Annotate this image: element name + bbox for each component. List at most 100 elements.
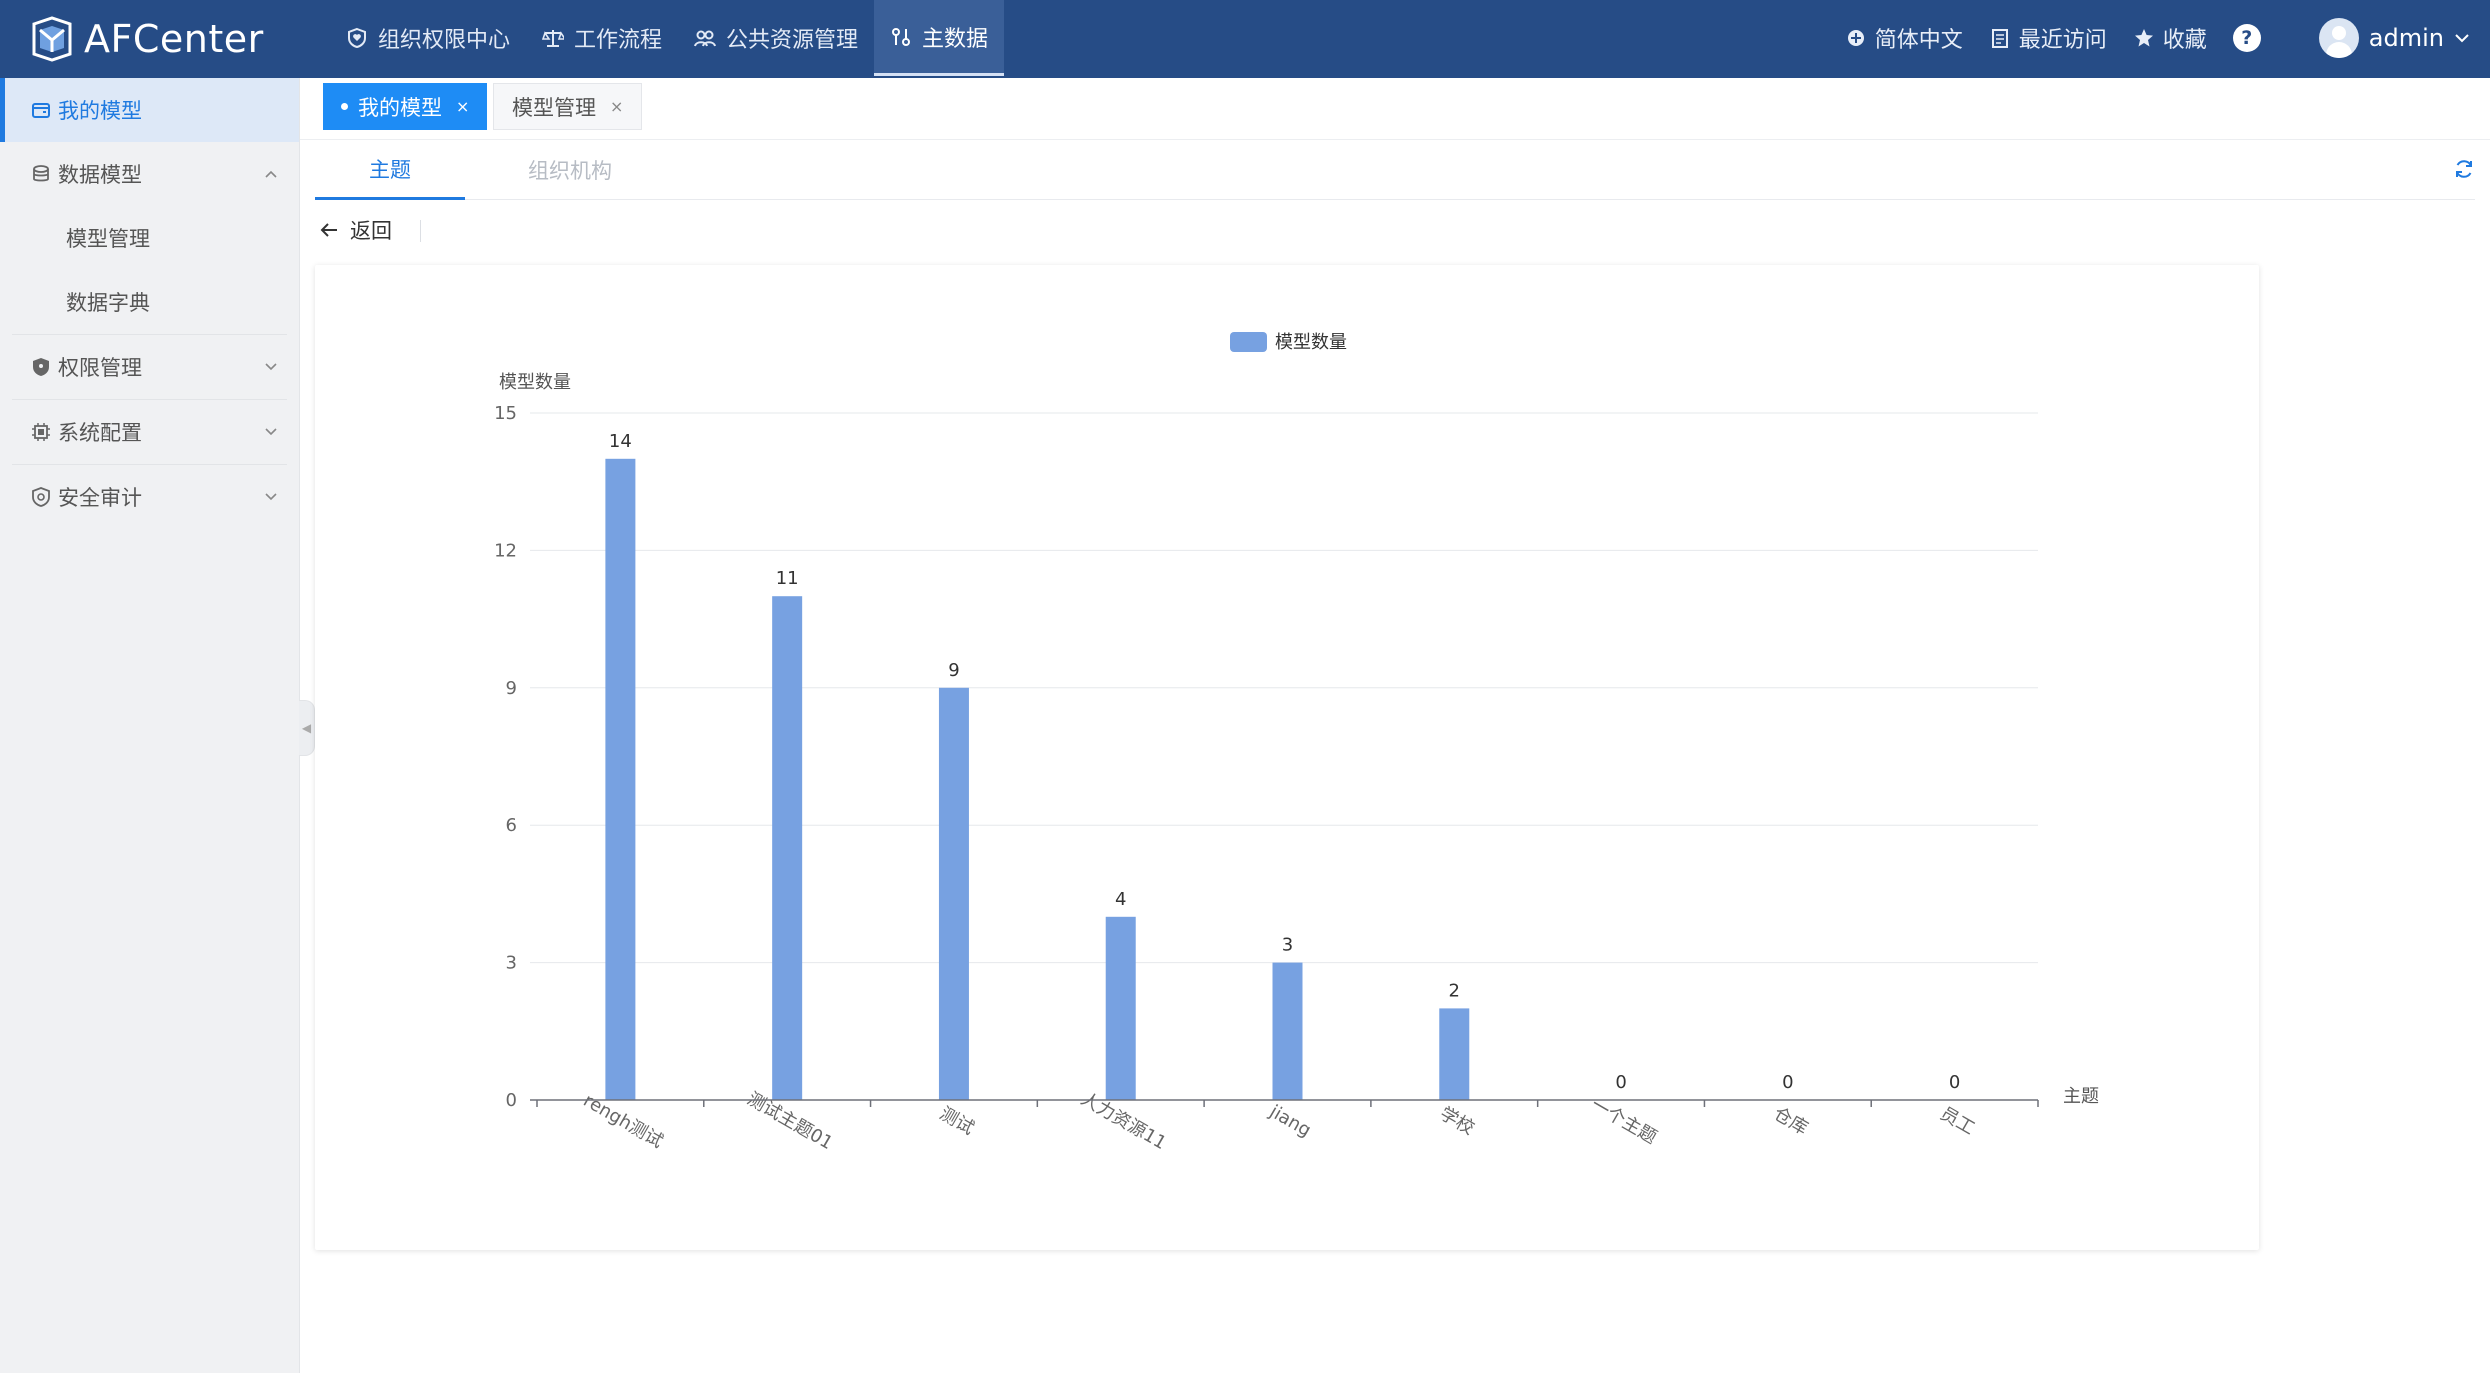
bar xyxy=(772,596,803,1100)
scale-icon xyxy=(542,30,565,47)
data-label: 3 xyxy=(1282,935,1293,956)
legend-swatch xyxy=(1230,332,1267,352)
language-label: 简体中文 xyxy=(1874,28,1963,53)
chevron-down-icon xyxy=(265,493,277,501)
nav-item-label: 工作流程 xyxy=(574,28,663,53)
favorites-label: 收藏 xyxy=(2162,28,2207,53)
sidebar-item-label: 系统配置 xyxy=(58,421,142,445)
sidebar-item-my-models[interactable]: 我的模型 xyxy=(0,78,299,142)
sidebar-item-label: 我的模型 xyxy=(58,99,142,123)
chevron-down-icon xyxy=(265,428,277,436)
data-label: 0 xyxy=(1615,1072,1626,1093)
help-icon[interactable]: ? xyxy=(2232,24,2261,52)
data-label: 4 xyxy=(1115,889,1126,910)
arrow-left-icon xyxy=(320,223,337,237)
data-label: 14 xyxy=(609,431,632,452)
user-menu[interactable]: admin xyxy=(2318,18,2470,58)
y-tick-label: 3 xyxy=(506,953,517,974)
main-nav: 组织权限中心 工作流程 公共资源管理 主数据 xyxy=(330,0,1005,76)
bar xyxy=(1105,916,1136,1100)
back-label: 返回 xyxy=(350,219,392,243)
group-icon xyxy=(694,30,717,47)
y-tick-label: 12 xyxy=(494,540,517,561)
avatar xyxy=(2318,18,2359,58)
tab-label: 模型管理 xyxy=(512,95,596,120)
sidebar-collapse-handle[interactable]: ◀ xyxy=(299,700,315,756)
close-icon[interactable]: × xyxy=(610,97,623,116)
chart-legend[interactable]: 模型数量 xyxy=(1230,332,1347,353)
nav-item-org-permission[interactable]: 组织权限中心 xyxy=(330,0,526,76)
data-label: 0 xyxy=(1782,1072,1793,1093)
data-label: 11 xyxy=(776,568,799,589)
language-switch[interactable]: 简体中文 xyxy=(1845,22,1963,54)
bar xyxy=(938,687,969,1100)
sidebar-item-data-dictionary[interactable]: 数据字典 xyxy=(0,270,299,334)
bar-chart: 模型数量 模型数量 主题 03691215 141194320 0 0 rengh测… xyxy=(494,332,2099,1154)
data-label: 2 xyxy=(1449,980,1460,1001)
sidebar-item-label: 安全审计 xyxy=(58,486,142,510)
favorites[interactable]: 收藏 xyxy=(2133,22,2207,54)
logo-icon xyxy=(32,16,72,62)
app-name: AFCenter xyxy=(84,17,264,61)
clipboard-icon xyxy=(1991,29,2008,48)
x-tick-label: 员工 xyxy=(1937,1103,1979,1139)
sub-tabs: 主题 组织机构 xyxy=(315,140,2475,200)
nav-item-label: 主数据 xyxy=(922,26,989,52)
shield-check-icon xyxy=(32,487,50,507)
back-button[interactable]: 返回 xyxy=(318,214,392,246)
nav-item-master-data[interactable]: 主数据 xyxy=(874,0,1005,76)
bar xyxy=(1272,962,1303,1100)
tab-my-models[interactable]: 我的模型 × xyxy=(323,83,488,130)
top-right-tools: 简体中文 最近访问 收藏 ? admin xyxy=(1845,0,2490,76)
x-tick-label: 仓库 xyxy=(1770,1103,1812,1139)
tab-organization[interactable]: 组织机构 xyxy=(495,140,645,200)
app-logo[interactable]: AFCenter xyxy=(30,16,264,62)
tab-model-management[interactable]: 模型管理 × xyxy=(493,83,643,130)
legend-label: 模型数量 xyxy=(1275,332,1347,353)
y-axis-ticks: 0 3 6 9 12 15 xyxy=(494,403,517,1111)
x-tick-label: 学校 xyxy=(1436,1103,1478,1139)
data-label: 0 xyxy=(1949,1072,1960,1093)
y-tick-label: 9 xyxy=(506,678,517,699)
sidebar-item-system-config[interactable]: 系统配置 xyxy=(0,400,299,464)
nav-item-workflow[interactable]: 工作流程 xyxy=(526,0,678,76)
tab-topic[interactable]: 主题 xyxy=(315,140,465,200)
sidebar-item-security-audit[interactable]: 安全审计 xyxy=(0,465,299,529)
y-tick-label: 0 xyxy=(506,1090,517,1111)
sidebar-item-permission-management[interactable]: 权限管理 xyxy=(0,335,299,399)
bar xyxy=(1439,1008,1470,1100)
x-tick-label: 一个主题 xyxy=(1587,1094,1660,1148)
shield-heart-icon xyxy=(348,27,366,49)
chevron-down-icon xyxy=(265,363,277,371)
y-tick-label: 15 xyxy=(494,403,517,424)
tab-label: 我的模型 xyxy=(358,95,442,120)
divider xyxy=(420,220,421,242)
top-bar: AFCenter 组织权限中心 工作流程 公共资源管理 主数据 简体中文 最近访… xyxy=(0,0,2490,78)
nav-item-label: 组织权限中心 xyxy=(378,28,511,53)
chevron-up-icon xyxy=(265,170,277,178)
active-dot xyxy=(341,103,348,110)
sidebar: 我的模型 数据模型 模型管理 数据字典 权限管理 系统配置 安全审计 xyxy=(0,78,300,1373)
data-label: 9 xyxy=(948,660,959,681)
sidebar-item-data-models[interactable]: 数据模型 xyxy=(0,142,299,206)
data-icon xyxy=(892,27,911,46)
chart-card: 模型数量 模型数量 主题 0 3 6 9 12 15 14 11 9 4 3 2 0 0 0 rengh测… xyxy=(315,265,2259,1250)
recent-visits[interactable]: 最近访问 xyxy=(1989,22,2107,54)
x-tick-label: jiang xyxy=(1265,1101,1314,1142)
sidebar-item-label: 权限管理 xyxy=(58,356,142,380)
bars xyxy=(605,458,1470,1100)
x-axis-title: 主题 xyxy=(2063,1086,2099,1107)
nav-item-public-resources[interactable]: 公共资源管理 xyxy=(678,0,874,76)
shield-icon xyxy=(33,358,49,376)
user-name: admin xyxy=(2368,24,2444,52)
chip-icon xyxy=(32,423,50,441)
grid-lines xyxy=(530,412,2038,964)
close-icon[interactable]: × xyxy=(456,97,469,116)
star-icon xyxy=(2134,29,2153,47)
y-tick-label: 6 xyxy=(506,815,517,836)
language-icon xyxy=(1847,30,1864,46)
refresh-icon[interactable] xyxy=(2453,158,2475,180)
sidebar-item-model-management[interactable]: 模型管理 xyxy=(0,206,299,270)
nav-item-label: 公共资源管理 xyxy=(726,28,859,53)
sidebar-item-label: 数据模型 xyxy=(58,163,142,187)
